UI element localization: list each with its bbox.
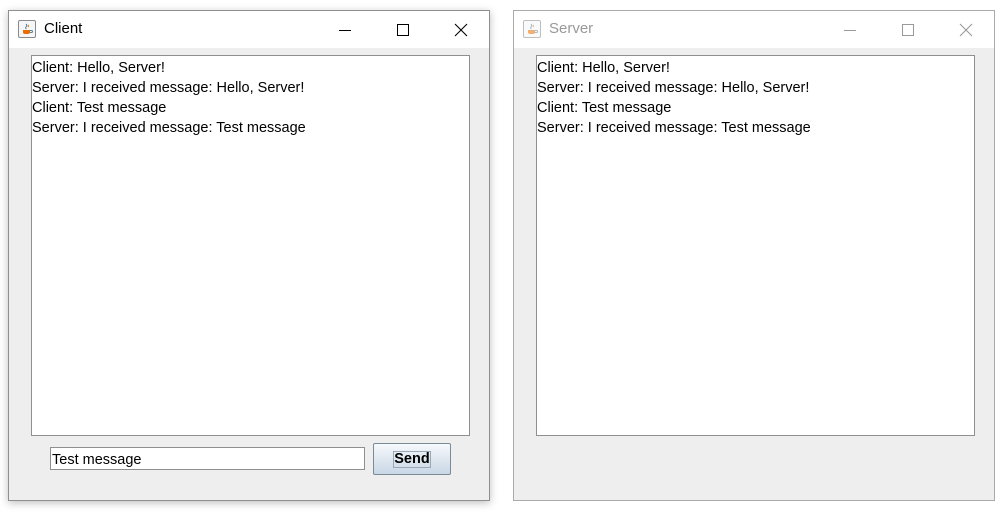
minimize-button[interactable] — [316, 11, 374, 48]
chat-message: Server: I received message: Test message — [537, 120, 811, 136]
minimize-button[interactable] — [821, 11, 879, 48]
window-title: Server — [549, 20, 594, 37]
client-titlebar[interactable]: Client — [9, 11, 489, 48]
close-button[interactable] — [432, 11, 490, 48]
chat-log[interactable]: Client: Hello, Server! Server: I receive… — [31, 55, 470, 436]
chat-message: Server: I received message: Hello, Serve… — [32, 80, 305, 96]
server-window: Server Client: Hello, Server! Server: I … — [513, 10, 995, 501]
maximize-button[interactable] — [374, 11, 432, 48]
client-window: Client Client: Hello, Server! Server: I … — [8, 10, 490, 501]
java-cup-icon[interactable] — [523, 20, 541, 38]
send-button[interactable]: Send — [373, 443, 451, 475]
chat-log[interactable]: Client: Hello, Server! Server: I receive… — [536, 55, 975, 436]
chat-message: Client: Hello, Server! — [32, 60, 165, 76]
close-button[interactable] — [937, 11, 995, 48]
chat-message: Server: I received message: Test message — [32, 120, 306, 136]
chat-message: Client: Test message — [32, 100, 167, 116]
maximize-button[interactable] — [879, 11, 937, 48]
window-title: Client — [44, 20, 83, 37]
minimize-icon — [339, 30, 351, 31]
close-icon — [959, 23, 973, 37]
maximize-icon — [397, 24, 409, 36]
java-cup-icon[interactable] — [18, 20, 36, 38]
maximize-icon — [902, 24, 914, 36]
chat-message: Client: Hello, Server! — [537, 60, 670, 76]
message-input[interactable] — [50, 447, 365, 470]
server-titlebar[interactable]: Server — [514, 11, 994, 48]
chat-message: Client: Test message — [537, 100, 672, 116]
minimize-icon — [844, 30, 856, 31]
chat-message: Server: I received message: Hello, Serve… — [537, 80, 810, 96]
close-icon — [454, 23, 468, 37]
send-button-label: Send — [393, 451, 431, 468]
